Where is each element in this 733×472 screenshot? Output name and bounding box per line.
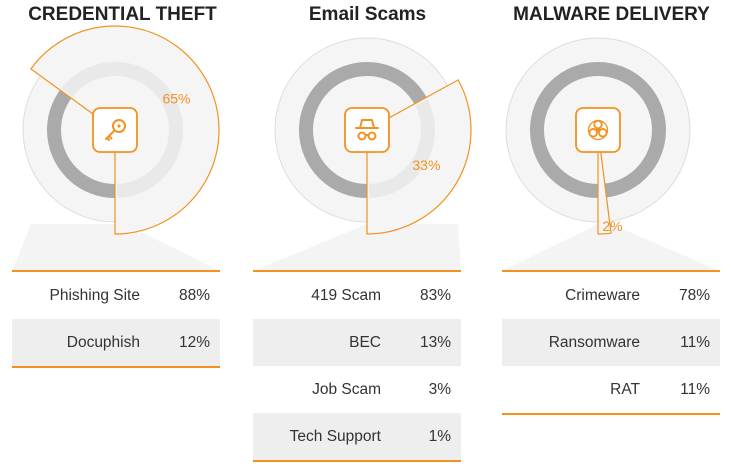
row-label: BEC <box>349 333 381 351</box>
slice-percent-label: 2% <box>602 218 622 234</box>
slice-percent-label: 65% <box>162 91 190 107</box>
row-value: 78% <box>678 286 710 304</box>
breakdown-table: Crimeware 78% Ransomware 11% RAT 11% <box>502 270 720 415</box>
row-label: 419 Scam <box>311 286 381 304</box>
credential-theft-chart: 65% <box>12 25 220 271</box>
row-value: 3% <box>428 380 451 398</box>
breakdown-row: BEC 13% <box>253 319 461 366</box>
row-value: 1% <box>428 427 451 445</box>
breakdown-table: 419 Scam 83% BEC 13% Job Scam 3% Tech Support 1… <box>253 270 461 462</box>
row-value: 88% <box>178 286 210 304</box>
table-bottom-rule <box>502 413 720 415</box>
row-label: Tech Support <box>289 427 381 445</box>
zoom-connector <box>253 224 461 271</box>
table-bottom-rule <box>12 366 220 368</box>
email-scams-panel: Email Scams 33% 419 Scam 83% BEC 13% Job Sca… <box>245 0 490 472</box>
row-label: Phishing Site <box>49 286 140 304</box>
malware-delivery-chart: 2% <box>502 37 720 271</box>
slice-percent-label: 33% <box>412 157 440 173</box>
breakdown-row: RAT 11% <box>502 366 720 413</box>
breakdown-row: Phishing Site 88% <box>12 272 220 319</box>
row-value: 11% <box>680 333 710 351</box>
row-value: 12% <box>178 333 210 351</box>
breakdown-row: Job Scam 3% <box>253 366 461 413</box>
malware-delivery-panel: MALWARE DELIVERY 2% Crimeware 78% Ransomwa… <box>490 0 733 472</box>
breakdown-row: 419 Scam 83% <box>253 272 461 319</box>
row-value: 11% <box>680 380 710 398</box>
email-scams-chart: 33% <box>253 37 472 271</box>
table-bottom-rule <box>253 460 461 462</box>
row-label: Docuphish <box>66 333 140 351</box>
row-label: Crimeware <box>565 286 640 304</box>
icon-box <box>344 107 390 153</box>
row-value: 83% <box>419 286 451 304</box>
row-value: 13% <box>419 333 451 351</box>
breakdown-row: Tech Support 1% <box>253 413 461 460</box>
breakdown-row: Ransomware 11% <box>502 319 720 366</box>
breakdown-table: Phishing Site 88% Docuphish 12% <box>12 270 220 368</box>
row-label: RAT <box>610 380 640 398</box>
breakdown-row: Docuphish 12% <box>12 319 220 366</box>
credential-theft-panel: CREDENTIAL THEFT 65% Phishing Site 88% Doc… <box>0 0 245 472</box>
row-label: Job Scam <box>312 380 381 398</box>
breakdown-row: Crimeware 78% <box>502 272 720 319</box>
row-label: Ransomware <box>548 333 640 351</box>
